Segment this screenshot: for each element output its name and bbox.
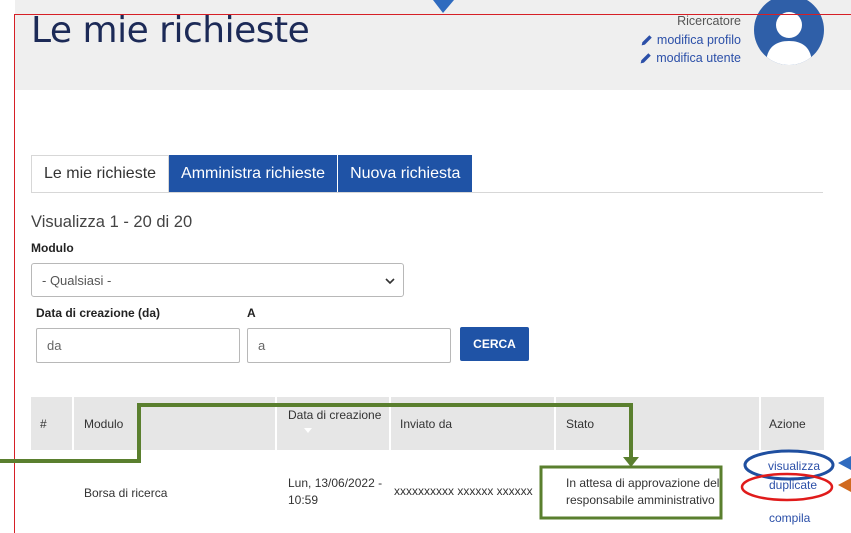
annotation-arrow-blue xyxy=(838,456,851,470)
edit-user-link[interactable]: modifica utente xyxy=(639,51,741,65)
tab-my-requests[interactable]: Le mie richieste xyxy=(31,155,170,193)
row-sent-by: xxxxxxxxxx xxxxxx xxxxxx xyxy=(394,484,533,498)
row-status-line2: responsabile amministrativo xyxy=(566,493,715,507)
column-separator xyxy=(759,397,761,450)
edit-profile-label: modifica profilo xyxy=(656,33,741,47)
page-header: Le mie richieste Ricercatore modifica pr… xyxy=(15,0,851,90)
column-header-number: # xyxy=(40,416,47,431)
results-summary: Visualizza 1 - 20 di 20 xyxy=(31,213,193,231)
date-to-input[interactable]: a xyxy=(247,328,451,363)
pencil-icon xyxy=(640,52,651,63)
tab-new-request[interactable]: Nuova richiesta xyxy=(338,155,474,193)
user-icon xyxy=(766,12,812,65)
edit-user-label: modifica utente xyxy=(656,51,741,65)
edit-profile-link[interactable]: modifica profilo xyxy=(640,33,741,47)
tabs-divider xyxy=(31,192,823,193)
search-button[interactable]: CERCA xyxy=(460,327,529,361)
date-from-input[interactable]: da xyxy=(36,328,240,363)
avatar[interactable] xyxy=(754,0,824,65)
modulo-selected-value: - Qualsiasi - xyxy=(42,272,112,288)
column-header-status: Stato xyxy=(566,416,595,431)
column-separator xyxy=(275,397,277,450)
column-header-sent-by: Inviato da xyxy=(400,416,453,431)
date-from-placeholder: da xyxy=(47,338,62,353)
modulo-label: Modulo xyxy=(31,241,74,255)
column-separator xyxy=(72,397,74,450)
annotation-arrow-orange xyxy=(838,478,851,492)
tab-bar: Le mie richieste Amministra richieste Nu… xyxy=(31,155,474,193)
row-modulo: Borsa di ricerca xyxy=(84,486,168,500)
column-header-action: Azione xyxy=(769,416,806,431)
column-header-date-label: Data di creazione xyxy=(288,408,382,422)
annotation-arrow-green xyxy=(623,457,639,467)
column-header-modulo: Modulo xyxy=(84,416,124,431)
table-header: # Modulo Data di creazione Inviato da St… xyxy=(31,397,824,450)
modulo-select[interactable]: - Qualsiasi - xyxy=(31,263,404,297)
fill-in-link[interactable]: compila xyxy=(769,511,810,525)
column-separator xyxy=(554,397,556,450)
chevron-down-icon xyxy=(385,278,395,285)
pencil-icon xyxy=(641,34,652,45)
row-date-line1: Lun, 13/06/2022 - xyxy=(288,476,383,490)
duplicate-link[interactable]: duplicate xyxy=(769,478,817,492)
user-role: Ricercatore xyxy=(677,14,741,28)
view-link[interactable]: visualizza xyxy=(768,459,820,473)
date-to-placeholder: a xyxy=(258,338,266,353)
column-separator xyxy=(389,397,391,450)
row-status-line1: In attesa di approvazione del xyxy=(566,476,720,490)
sort-caret-icon xyxy=(304,428,312,433)
row-date-line2: 10:59 xyxy=(288,493,319,507)
tab-manage-requests[interactable]: Amministra richieste xyxy=(169,155,339,193)
date-from-label: Data di creazione (da) xyxy=(36,306,161,320)
date-to-label: A xyxy=(247,306,256,320)
column-header-date[interactable]: Data di creazione xyxy=(288,397,381,450)
page-title: Le mie richieste xyxy=(31,10,310,51)
